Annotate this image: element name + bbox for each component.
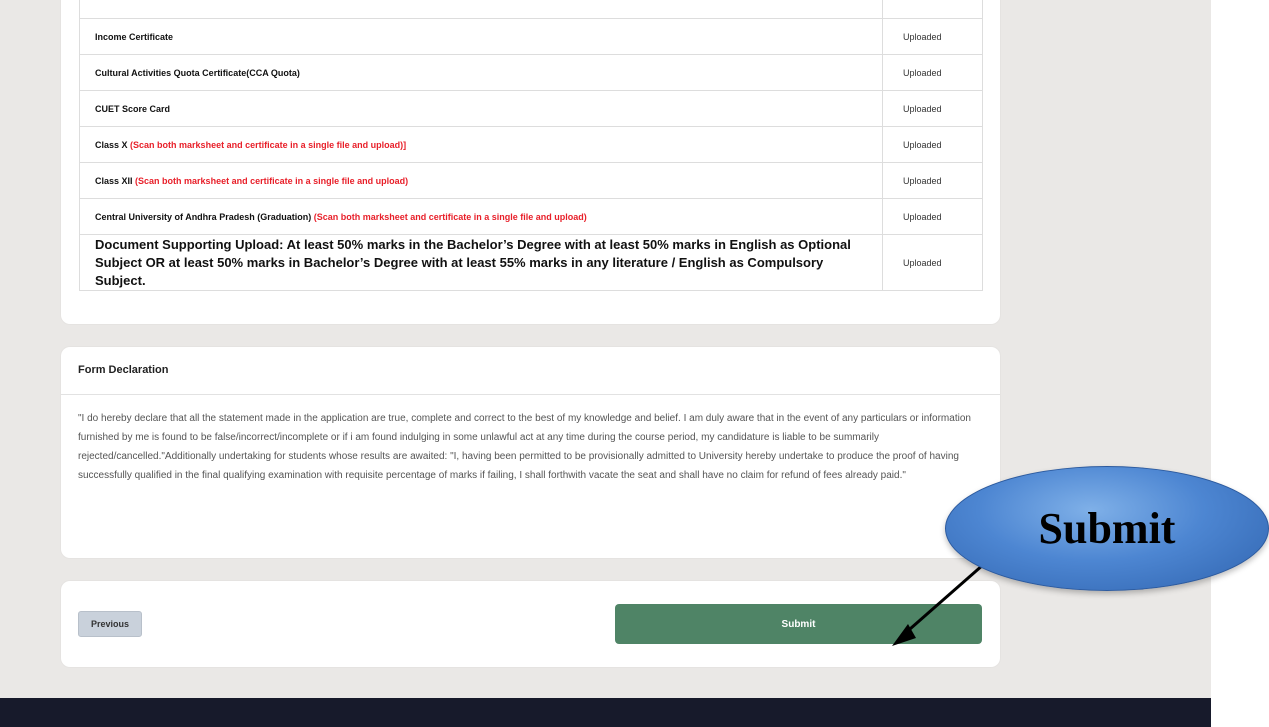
document-name: Class X (Scan both marksheet and certifi… [79, 126, 883, 163]
document-status: Uploaded [882, 126, 983, 163]
document-name-text: Cultural Activities Quota Certificate(CC… [95, 67, 300, 78]
table-row: Class XII (Scan both marksheet and certi… [79, 162, 983, 199]
document-name: Cultural Activities Quota Certificate(CC… [79, 54, 883, 91]
actions-card: Previous Submit [61, 581, 1000, 667]
table-row: Document Supporting Upload: At least 50%… [79, 234, 983, 291]
submit-callout: Submit [945, 466, 1269, 591]
callout-label: Submit [1038, 504, 1176, 553]
document-note: (Scan both marksheet and certificate in … [313, 211, 587, 222]
table-row: Central University of Andhra Pradesh (Gr… [79, 198, 983, 235]
document-name-text: Income Certificate [95, 31, 174, 42]
document-name: Document Supporting Upload: At least 50%… [79, 234, 883, 291]
declaration-text: "I do hereby declare that all the statem… [78, 413, 971, 481]
table-row: Class X (Scan both marksheet and certifi… [79, 126, 983, 163]
document-note: (Scan both marksheet and certificate in … [135, 175, 409, 186]
table-row: Cultural Activities Quota Certificate(CC… [79, 54, 983, 91]
declaration-header: Form Declaration [61, 347, 1000, 395]
document-status: Uploaded [882, 198, 983, 235]
document-name-text: Class XII [95, 175, 133, 186]
document-status: Uploaded [882, 54, 983, 91]
document-name-text: CUET Score Card [95, 103, 171, 114]
document-note: (Scan both marksheet and certificate in … [130, 139, 407, 150]
declaration-card: Form Declaration "I do hereby declare th… [61, 347, 1000, 558]
document-name-text: Central University of Andhra Pradesh (Gr… [95, 211, 312, 222]
table-row: Income Certificate Uploaded [79, 18, 983, 55]
document-name: Class XII (Scan both marksheet and certi… [79, 162, 883, 199]
document-name: CUET Score Card [79, 90, 883, 127]
document-name: Central University of Andhra Pradesh (Gr… [79, 198, 883, 235]
footer [0, 698, 1211, 727]
table-cell [882, 0, 983, 19]
document-status: Uploaded [882, 90, 983, 127]
document-status: Uploaded [882, 234, 983, 291]
document-status: Uploaded [882, 18, 983, 55]
documents-card: Income Certificate Uploaded Cultural Act… [61, 0, 1000, 324]
documents-table: Income Certificate Uploaded Cultural Act… [79, 0, 983, 291]
table-row [79, 0, 983, 19]
document-name-text: Class X [95, 139, 128, 150]
previous-button[interactable]: Previous [78, 611, 142, 637]
document-name-text: Document Supporting Upload: At least 50%… [95, 236, 851, 288]
table-cell [79, 0, 883, 19]
declaration-title: Form Declaration [78, 364, 169, 376]
table-row: CUET Score Card Uploaded [79, 90, 983, 127]
document-status: Uploaded [882, 162, 983, 199]
document-name: Income Certificate [79, 18, 883, 55]
